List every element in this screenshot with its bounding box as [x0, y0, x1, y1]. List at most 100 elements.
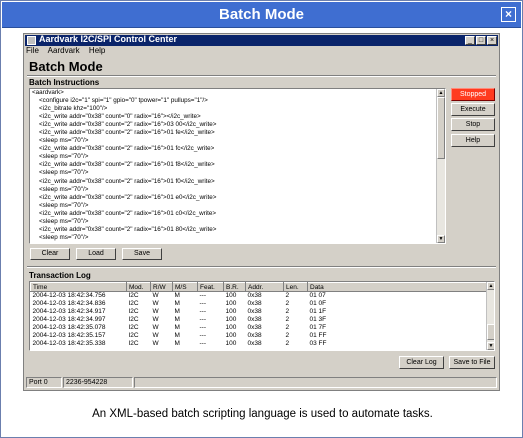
log-column-header[interactable]: Addr. [245, 282, 284, 292]
arrow-up-icon[interactable]: ▲ [487, 282, 494, 290]
log-header-row: Time Mod. R/W M/S Feat. B.R. Addr. Len. Data [30, 282, 489, 292]
editor-scrollbar[interactable]: ▲ ▼ [436, 89, 445, 243]
log-cell: 03 FF [309, 340, 327, 348]
script-line: <i2c_write addr="0x38" count="2" radix="… [32, 177, 215, 185]
log-column-header[interactable]: M/S [172, 282, 198, 292]
clear-button[interactable]: Clear [30, 248, 70, 260]
log-cell: 01 7F [309, 324, 327, 332]
log-cell: M [174, 324, 180, 332]
script-line: <sleep ms="70"/> [32, 169, 89, 177]
script-line: <i2c_bitrate khz="100"/> [32, 105, 108, 113]
save-to-file-button[interactable]: Save to File [449, 356, 495, 369]
log-cell: 0x38 [247, 324, 262, 332]
script-line: <sleep ms="70"/> [32, 201, 89, 209]
script-line: <configure i2c="1" spi="1" gpio="0" tpow… [32, 97, 208, 105]
menu-help[interactable]: Help [89, 46, 105, 55]
script-editor[interactable]: <aardvark> <configure i2c="1" spi="1" gp… [29, 88, 446, 244]
script-line: <sleep ms="70"/> [32, 137, 89, 145]
log-cell: 2 [285, 332, 290, 340]
log-cell: 0x38 [247, 308, 262, 316]
transaction-log[interactable]: Time Mod. R/W M/S Feat. B.R. Addr. Len. Data 200… [29, 281, 495, 351]
clear-log-button[interactable]: Clear Log [399, 356, 444, 369]
log-cell: --- [199, 316, 207, 324]
app-icon [27, 36, 36, 45]
log-body: 2004-12-03 18:42:34.756 I2C W M --- 100 0x38 2 0… [31, 292, 489, 348]
log-cell: 01 07 [309, 292, 326, 300]
save-button[interactable]: Save [122, 248, 162, 260]
status-stopped-button: Stopped [451, 88, 495, 101]
status-empty [134, 377, 497, 388]
table-row[interactable]: 2004-12-03 18:42:35.338 I2C W M --- 100 0x38 2 0… [31, 340, 489, 348]
log-cell: 2 [285, 300, 290, 308]
divider [27, 75, 496, 77]
execute-button[interactable]: Execute [451, 103, 495, 116]
log-cell: M [174, 300, 180, 308]
log-cell: 2004-12-03 18:42:34.917 [32, 308, 106, 316]
log-cell: 2 [285, 316, 290, 324]
maximize-button[interactable]: □ [476, 36, 486, 45]
table-row[interactable]: 2004-12-03 18:42:35.078 I2C W M --- 100 0x38 2 0… [31, 324, 489, 332]
status-port: Port 0 [26, 377, 62, 388]
log-cell: M [174, 308, 180, 316]
log-cell: 100 [225, 316, 237, 324]
script-line: <i2c_write addr="0x38" count="2" radix="… [32, 209, 217, 217]
log-column-header[interactable]: Feat. [197, 282, 224, 292]
menu-file[interactable]: File [26, 46, 39, 55]
log-cell: W [152, 308, 159, 316]
log-column-header[interactable]: Mod. [126, 282, 151, 292]
script-line: <aardvark> [32, 89, 64, 96]
log-cell: 100 [225, 332, 237, 340]
arrow-up-icon[interactable]: ▲ [437, 89, 445, 97]
log-cell: --- [199, 292, 207, 300]
script-line: <i2c_write addr="0x38" count="2" radix="… [32, 145, 215, 153]
divider [27, 266, 496, 268]
minimize-button[interactable]: _ [465, 36, 475, 45]
log-cell: 2004-12-03 18:42:35.157 [32, 332, 106, 340]
log-cell: --- [199, 332, 207, 340]
log-column-header[interactable]: Data [307, 282, 489, 292]
log-cell: 0x38 [247, 316, 262, 324]
arrow-down-icon[interactable]: ▼ [437, 235, 445, 243]
log-column-header[interactable]: R/W [150, 282, 173, 292]
table-row[interactable]: 2004-12-03 18:42:34.756 I2C W M --- 100 0x38 2 0… [31, 292, 489, 300]
log-scrollbar[interactable]: ▲ ▼ [486, 282, 494, 350]
log-column-header[interactable]: B.R. [223, 282, 246, 292]
table-row[interactable]: 2004-12-03 18:42:34.917 I2C W M --- 100 0x38 2 0… [31, 308, 489, 316]
editor-scroll-thumb[interactable] [437, 97, 445, 159]
log-cell: I2C [128, 340, 139, 348]
transaction-log-label: Transaction Log [29, 271, 91, 280]
script-line: <i2c_write addr="0x38" count="2" radix="… [32, 121, 217, 129]
log-column-header[interactable]: Len. [283, 282, 308, 292]
menu-aardvark[interactable]: Aardvark [48, 46, 80, 55]
log-cell: I2C [128, 324, 139, 332]
load-button[interactable]: Load [76, 248, 116, 260]
status-serial: 2236-954228 [63, 377, 133, 388]
log-cell: --- [199, 300, 207, 308]
arrow-down-icon[interactable]: ▼ [487, 342, 494, 350]
log-cell: --- [199, 340, 207, 348]
table-row[interactable]: 2004-12-03 18:42:35.157 I2C W M --- 100 0x38 2 0… [31, 332, 489, 340]
log-cell: 100 [225, 292, 237, 300]
help-button[interactable]: Help [451, 134, 495, 147]
log-cell: 100 [225, 324, 237, 332]
close-icon[interactable]: × [501, 7, 516, 22]
log-cell: 2 [285, 292, 290, 300]
script-lines: <aardvark> <configure i2c="1" spi="1" gp… [30, 89, 445, 242]
log-scroll-thumb[interactable] [487, 324, 494, 340]
script-line: <sleep ms="70"/> [32, 217, 89, 225]
script-line: <sleep ms="70"/> [32, 185, 89, 193]
log-table: Time Mod. R/W M/S Feat. B.R. Addr. Len. Data 200… [30, 282, 489, 348]
log-cell: 2 [285, 324, 290, 332]
log-cell: W [152, 300, 159, 308]
log-cell: 2004-12-03 18:42:35.338 [32, 340, 106, 348]
figure-frame: Batch Mode × Aardvark I2C/SPI Control Ce… [0, 0, 523, 438]
window-close-button[interactable]: × [487, 36, 497, 45]
table-row[interactable]: 2004-12-03 18:42:34.997 I2C W M --- 100 0x38 2 0… [31, 316, 489, 324]
log-column-header[interactable]: Time [30, 282, 127, 292]
stop-button[interactable]: Stop [451, 118, 495, 131]
menubar: File Aardvark Help [26, 46, 112, 56]
log-cell: 2 [285, 340, 290, 348]
table-row[interactable]: 2004-12-03 18:42:34.836 I2C W M --- 100 0x38 2 0… [31, 300, 489, 308]
statusbar: Port 0 2236-954228 [26, 377, 497, 388]
log-cell: M [174, 316, 180, 324]
